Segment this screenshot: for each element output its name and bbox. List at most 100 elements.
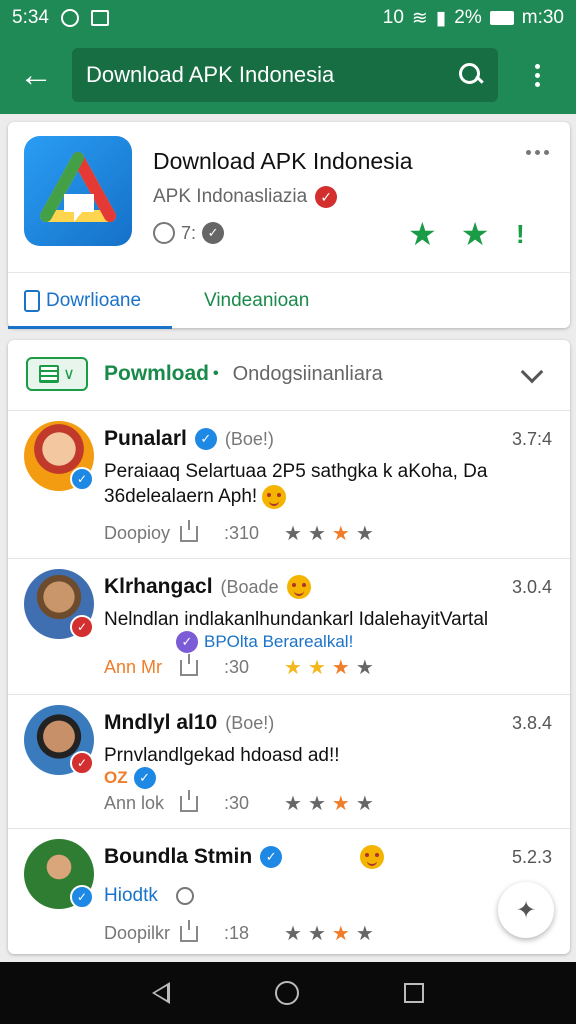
app-logo-icon[interactable] — [24, 136, 132, 246]
feed-title: Powmload — [104, 362, 210, 385]
review-footer: Doopilkr :18 ★ ★ ★ ★ — [104, 919, 374, 946]
star-icon: ★ — [355, 793, 374, 815]
star-icon: ★ — [284, 523, 302, 545]
notification-icon — [60, 9, 79, 27]
feed-header[interactable]: ∨ Powmload • Ondogsiinanliara — [8, 340, 570, 408]
star-icon: ★ — [331, 657, 350, 679]
battery-percent: 2% — [454, 7, 482, 28]
share-icon[interactable] — [180, 519, 198, 542]
app-overflow-icon[interactable] — [526, 150, 549, 155]
star-icon: ★ — [355, 923, 374, 945]
developer-name[interactable]: APK Indonasliazia — [153, 186, 307, 208]
search-query: Download APK Indonesia — [86, 62, 335, 87]
review-extra-text: BPOlta Berarealkal! — [204, 632, 354, 651]
reviewer-name: Klrhangacl — [104, 575, 213, 598]
share-icon[interactable] — [180, 919, 198, 942]
feed-card: ∨ Powmload • Ondogsiinanliara ✓ Punalarl… — [8, 340, 570, 954]
info-icon — [175, 887, 194, 905]
app-actions: ★ ★ ! — [408, 218, 527, 250]
star-icon: ★ — [284, 657, 302, 679]
verified-icon: ✓ — [315, 186, 338, 208]
review-count: :18 — [224, 923, 250, 943]
star-icon: ★ — [307, 523, 326, 545]
rating-stars: ★ ★ ★ ★ — [284, 791, 374, 816]
review-footer: Doopioy :310 ★ ★ ★ ★ — [104, 519, 374, 546]
review-author: Ann lok — [104, 793, 165, 813]
verified-badge-icon: ✓ — [70, 467, 94, 491]
image-icon — [90, 10, 109, 26]
review-author: Ann Mr — [104, 657, 163, 677]
review-version: 3.0.4 — [511, 577, 552, 597]
nav-recents-icon[interactable] — [403, 983, 424, 1003]
review-extra-text: Hiodtk — [104, 885, 158, 906]
review-version: 3.7:4 — [511, 429, 552, 449]
back-button[interactable]: ← — [0, 36, 72, 114]
star-icon[interactable]: ★ — [461, 218, 490, 250]
review-count: :30 — [224, 793, 250, 813]
share-icon[interactable] — [180, 789, 198, 812]
rating-stars: ★ ★ ★ ★ — [284, 921, 374, 946]
meta-count: 7: — [181, 222, 197, 243]
more-vert-icon[interactable] — [498, 36, 576, 114]
nav-home-icon[interactable] — [274, 981, 299, 1005]
reviewer-tag: (Boe!) — [224, 428, 274, 449]
review-item[interactable]: ✓ Klrhangacl (Boade 3.0.4 Nelndlan indla… — [8, 558, 570, 694]
review-count: :310 — [224, 523, 260, 543]
review-item[interactable]: ✓ Mndlyl al10 (Boe!) 3.8.4 Prnvlandlgeka… — [8, 694, 570, 828]
battery-icon — [489, 11, 514, 25]
reviewer-tag: (Boe!) — [225, 712, 275, 733]
list-icon — [39, 365, 60, 383]
verified-icon: ✓ — [133, 767, 156, 789]
review-extra: ✓ BPOlta Berarealkal! — [176, 631, 353, 653]
bag-icon — [24, 290, 40, 312]
developer-row: APK Indonasliazia ✓ — [153, 186, 338, 208]
chevron-down-icon[interactable] — [520, 360, 544, 384]
floating-action-button[interactable]: ✦ — [498, 882, 554, 938]
review-footer: Ann Mr :30 ★ ★ ★ ★ — [104, 653, 374, 680]
status-bar: 5:34 10 ≋ ▮ 2% m:30 — [0, 0, 576, 36]
emoji-icon — [286, 575, 311, 599]
emoji-icon — [360, 845, 385, 869]
review-author: Doopioy — [104, 523, 171, 543]
review-item[interactable]: ✓ Punalarl ✓ (Boe!) 3.7:4 Peraiaaq Selar… — [8, 410, 570, 558]
review-extra: Hiodtk — [104, 885, 194, 907]
status-clock: m:30 — [521, 7, 564, 28]
arrow-back-icon: ← — [19, 55, 53, 94]
meta-row: 7: ✓ — [153, 222, 225, 244]
star-icon: ★ — [307, 657, 326, 679]
feed-badge: ∨ — [26, 357, 88, 391]
star-icon: ★ — [355, 657, 374, 679]
review-text: Nelndlan indlakanlhundankarl IdalehayitV… — [104, 609, 489, 630]
chevron-small-icon: ∨ — [63, 366, 75, 383]
search-icon[interactable] — [458, 62, 484, 88]
verified-icon: ✓ — [176, 631, 198, 653]
tab-download-label: Dowrlioane — [46, 290, 142, 311]
star-icon: ★ — [331, 793, 350, 815]
rating-stars: ★ ★ ★ ★ — [284, 521, 374, 546]
star-icon: ★ — [284, 793, 302, 815]
review-extra-text: OZ — [104, 768, 128, 787]
reviewer-name: Boundla Stmin — [104, 845, 253, 868]
verified-icon: ✓ — [194, 428, 217, 450]
nav-back-icon[interactable] — [152, 982, 171, 1004]
review-item[interactable]: ✓ Boundla Stmin ✓ 5.2.3 Hiodtk Doopilkr … — [8, 828, 570, 954]
share-icon[interactable] — [180, 653, 198, 676]
search-input[interactable]: Download APK Indonesia — [72, 48, 498, 102]
verified-badge-icon: ✓ — [70, 615, 94, 639]
verified-icon: ✓ — [260, 846, 283, 868]
tab-download[interactable]: Dowrlioane — [7, 273, 173, 329]
star-icon: ★ — [331, 923, 350, 945]
review-text: Prnvlandlgekad hdoasd ad!! — [104, 745, 340, 766]
app-title: Download APK Indonesia — [153, 148, 413, 174]
info-icon[interactable]: ! — [513, 218, 527, 250]
face-icon — [153, 222, 175, 244]
tab-second[interactable]: Vindeanioan — [204, 273, 309, 329]
status-time: 5:34 — [12, 7, 49, 28]
system-nav-bar — [0, 962, 576, 1024]
star-icon[interactable]: ★ — [408, 218, 437, 250]
verified-badge-icon: ✓ — [70, 751, 94, 775]
feed-dot: • — [213, 365, 219, 382]
status-number: 10 — [382, 7, 404, 28]
pin-icon: ✦ — [515, 896, 537, 924]
star-icon: ★ — [307, 793, 326, 815]
